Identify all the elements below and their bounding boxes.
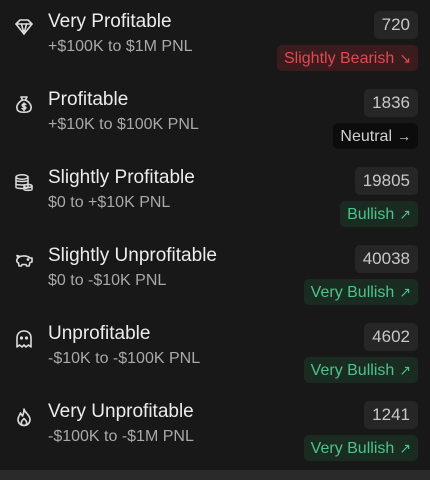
cohort-row-very-profitable[interactable]: Very Profitable +$100K to $1M PNL 720 Sl… [0,0,430,78]
sentiment-badge: Slightly Bearish ↘ [276,45,418,71]
cohort-row-slightly-unprofitable[interactable]: Slightly Unprofitable $0 to -$10K PNL 40… [0,234,430,312]
sentiment-badge: Very Bullish ↗ [303,279,418,305]
cohort-title: Slightly Unprofitable [48,245,217,266]
arrow-up-right-icon: ↗ [399,284,411,300]
sentiment-label: Very Bullish [310,440,395,457]
cohort-title: Very Profitable [48,11,172,32]
wallet-count: 4602 [364,323,418,351]
piggy-bank-icon [13,250,35,272]
cohort-pnl-range: -$10K to -$100K PNL [48,350,201,367]
cohort-title: Slightly Profitable [48,167,195,188]
sentiment-label: Bullish [347,206,395,223]
arrow-up-right-icon: ↗ [399,440,411,456]
cohort-pnl-range: $0 to +$10K PNL [48,194,171,211]
arrow-up-right-icon: ↗ [399,206,411,222]
wallet-count: 19805 [354,167,418,195]
sentiment-badge: Bullish ↗ [340,201,418,227]
sentiment-badge: Neutral → [333,123,418,149]
cohort-title: Very Unprofitable [48,401,194,422]
cohort-pnl-range: +$10K to $100K PNL [48,116,199,133]
wallet-count: 1241 [364,401,418,429]
cohort-row-profitable[interactable]: Profitable +$10K to $100K PNL 1836 Neutr… [0,78,430,156]
wallet-count: 720 [373,11,418,39]
ghost-icon [13,328,35,350]
cohort-pnl-range: -$100K to -$1M PNL [48,428,194,445]
cohort-title: Profitable [48,89,129,110]
arrow-up-right-icon: ↗ [399,362,411,378]
cohort-row-unprofitable[interactable]: Unprofitable -$10K to -$100K PNL 4602 Ve… [0,312,430,390]
wallet-count: 1836 [364,89,418,117]
cohort-title: Unprofitable [48,323,151,344]
sentiment-label: Very Bullish [310,362,395,379]
wallet-count: 40038 [354,245,418,273]
cohort-pnl-range: +$100K to $1M PNL [48,38,193,55]
cohort-row-slightly-profitable[interactable]: Slightly Profitable $0 to +$10K PNL 1980… [0,156,430,234]
sentiment-badge: Very Bullish ↗ [303,435,418,461]
money-bag-icon [13,94,35,116]
pnl-cohort-list: Very Profitable +$100K to $1M PNL 720 Sl… [0,0,430,468]
arrow-down-right-icon: ↘ [399,50,411,66]
sentiment-label: Neutral [340,128,392,145]
cohort-row-very-unprofitable[interactable]: Very Unprofitable -$100K to -$1M PNL 124… [0,390,430,468]
coin-stack-icon [13,172,35,194]
sentiment-badge: Very Bullish ↗ [303,357,418,383]
arrow-right-icon: → [397,128,411,144]
diamond-icon [13,16,35,38]
cohort-pnl-range: $0 to -$10K PNL [48,272,167,289]
bottom-divider [0,470,430,480]
sentiment-label: Very Bullish [310,284,395,301]
sentiment-label: Slightly Bearish [283,50,395,67]
flame-icon [13,406,35,428]
